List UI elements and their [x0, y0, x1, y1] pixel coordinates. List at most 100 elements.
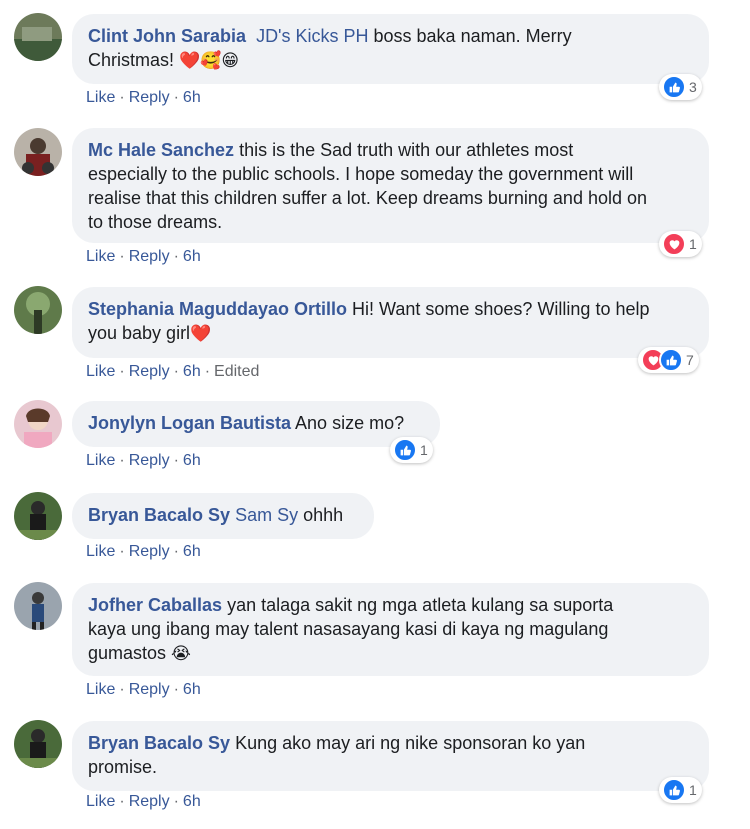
reaction-count: 7 [686, 352, 694, 368]
comment-actions: Like · Reply · 6h [86, 793, 201, 811]
like-reaction-icon [662, 75, 686, 99]
like-button[interactable]: Like [86, 363, 115, 380]
comment-actions: Like · Reply · 6h [86, 543, 201, 561]
like-reaction-icon [662, 778, 686, 802]
like-button[interactable]: Like [86, 681, 115, 698]
avatar[interactable] [14, 286, 62, 334]
comment-author[interactable]: Jofher Caballas [88, 595, 222, 615]
comment-actions: Like · Reply · 6h [86, 89, 201, 107]
separator: · [173, 543, 179, 560]
separator: · [173, 248, 179, 265]
like-button[interactable]: Like [86, 793, 115, 810]
separator: · [173, 452, 179, 469]
comment-author[interactable]: Jonylyn Logan Bautista [88, 413, 291, 433]
mention-link[interactable]: Sam Sy [235, 505, 298, 525]
separator: · [119, 793, 125, 810]
comment-text-line2: Christmas! [88, 50, 180, 70]
separator: · [119, 248, 125, 265]
comment-text: yan talaga sakit ng mga atleta kulang sa… [222, 595, 614, 615]
comment-text-line2: you baby girl [88, 323, 191, 343]
reaction-count: 1 [420, 442, 428, 458]
avatar[interactable] [14, 13, 62, 61]
separator: · [119, 363, 125, 380]
comment-text: Ano size mo? [291, 413, 405, 433]
comment-author[interactable]: Stephania Maguddayao Ortillo [88, 299, 347, 319]
timestamp[interactable]: 6h [183, 681, 201, 698]
mention-link[interactable]: JD's Kicks PH [251, 26, 368, 46]
edited-label: Edited [214, 363, 260, 380]
comment-actions: Like · Reply · 6h · Edited [86, 363, 259, 381]
like-button[interactable]: Like [86, 89, 115, 106]
comment-bubble: Mc Hale Sanchez this is the Sad truth wi… [72, 128, 709, 243]
timestamp[interactable]: 6h [183, 793, 201, 810]
reaction-count: 1 [689, 782, 697, 798]
separator: · [119, 89, 125, 106]
comment-bubble: Clint John Sarabia JD's Kicks PH boss ba… [72, 14, 709, 84]
reply-button[interactable]: Reply [129, 793, 170, 810]
avatar[interactable] [14, 400, 62, 448]
separator: · [173, 793, 179, 810]
reaction-summary[interactable]: 1 [390, 437, 433, 463]
timestamp[interactable]: 6h [183, 452, 201, 469]
separator: · [173, 89, 179, 106]
comment-actions: Like · Reply · 6h [86, 248, 201, 266]
separator: · [119, 543, 125, 560]
emoji: 😭 [171, 644, 191, 664]
separator: · [173, 363, 179, 380]
timestamp[interactable]: 6h [183, 363, 201, 380]
like-button[interactable]: Like [86, 543, 115, 560]
comment-text: ohhh [298, 505, 344, 525]
reaction-summary[interactable]: 7 [638, 347, 699, 373]
like-reaction-icon [659, 348, 683, 372]
comment-bubble: Stephania Maguddayao Ortillo Hi! Want so… [72, 287, 709, 358]
avatar[interactable] [14, 720, 62, 768]
reaction-summary[interactable]: 1 [659, 231, 702, 257]
avatar[interactable] [14, 128, 62, 176]
reaction-summary[interactable]: 1 [659, 777, 702, 803]
reply-button[interactable]: Reply [129, 363, 170, 380]
separator: · [119, 452, 125, 469]
reaction-count: 1 [689, 236, 697, 252]
comment-bubble: Bryan Bacalo Sy Sam Sy ohhh [72, 493, 374, 539]
comment-bubble: Jofher Caballas yan talaga sakit ng mga … [72, 583, 709, 676]
comment-text: boss baka naman. Merry [368, 26, 572, 46]
comment-text-line3: realise that this children suffer a lot.… [88, 188, 648, 208]
comment-text-line2: promise. [88, 757, 158, 777]
comment-actions: Like · Reply · 6h [86, 681, 201, 699]
comment-author[interactable]: Mc Hale Sanchez [88, 140, 234, 160]
comment-text-line3: gumastos [88, 643, 172, 663]
like-reaction-icon [393, 438, 417, 462]
comment-text-line2: especially to the public schools. I hope… [88, 164, 634, 184]
comment-author[interactable]: Clint John Sarabia [88, 26, 246, 46]
reaction-summary[interactable]: 3 [659, 74, 702, 100]
love-reaction-icon [662, 232, 686, 256]
comment-actions: Like · Reply · 6h [86, 452, 201, 470]
comment-author[interactable]: Bryan Bacalo Sy [88, 733, 230, 753]
comment-text: this is the Sad truth with our athletes … [234, 140, 574, 160]
timestamp[interactable]: 6h [183, 248, 201, 265]
timestamp[interactable]: 6h [183, 543, 201, 560]
avatar[interactable] [14, 492, 62, 540]
like-button[interactable]: Like [86, 452, 115, 469]
emoji: ❤️🥰😁 [179, 51, 240, 71]
reply-button[interactable]: Reply [129, 248, 170, 265]
comment-text-line4: to those dreams. [88, 212, 223, 232]
comment-text: Kung ako may ari ng nike sponsoran ko ya… [230, 733, 586, 753]
mention-text[interactable]: JD's Kicks PH [256, 26, 368, 46]
comment-bubble: Jonylyn Logan Bautista Ano size mo? [72, 401, 440, 447]
reaction-count: 3 [689, 79, 697, 95]
like-button[interactable]: Like [86, 248, 115, 265]
separator: · [119, 681, 125, 698]
reply-button[interactable]: Reply [129, 452, 170, 469]
emoji: ❤️ [190, 324, 212, 344]
avatar[interactable] [14, 582, 62, 630]
separator: · [204, 363, 211, 380]
reply-button[interactable]: Reply [129, 543, 170, 560]
separator: · [173, 681, 179, 698]
timestamp[interactable]: 6h [183, 89, 201, 106]
comment-bubble: Bryan Bacalo Sy Kung ako may ari ng nike… [72, 721, 709, 791]
comment-text: Hi! Want some shoes? Willing to help [347, 299, 650, 319]
comment-author[interactable]: Bryan Bacalo Sy [88, 505, 230, 525]
reply-button[interactable]: Reply [129, 89, 170, 106]
reply-button[interactable]: Reply [129, 681, 170, 698]
